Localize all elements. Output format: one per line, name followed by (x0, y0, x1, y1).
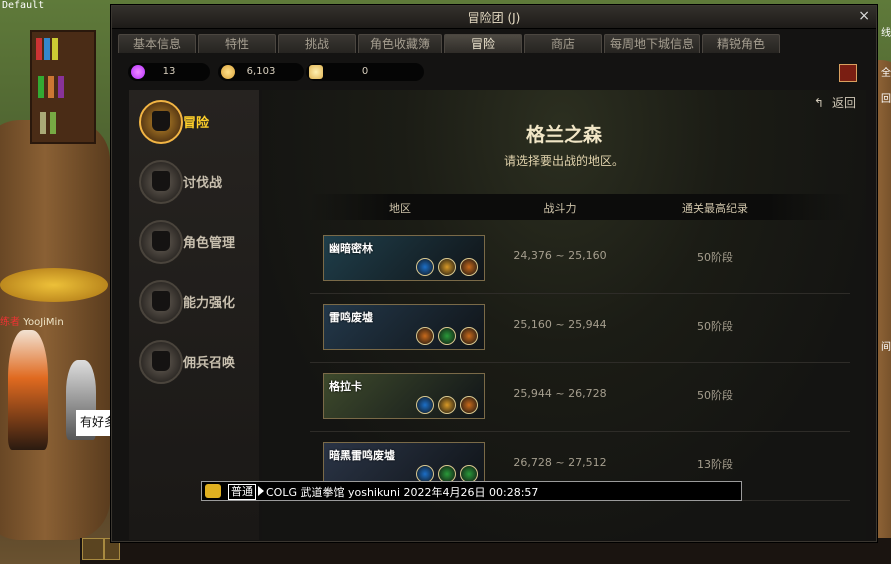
column-header-power: 战斗力 (543, 202, 577, 215)
dungeon-name: 幽暗密林 (329, 242, 373, 255)
tab-challenge[interactable]: 挑战 (278, 34, 356, 53)
tree-trunk-left (0, 120, 110, 540)
sidebar-item-adventure[interactable]: 冒险 (139, 100, 259, 144)
scene-label-3: 回 (881, 94, 891, 105)
sidebar-item-mercenary[interactable]: 佣兵召唤 (139, 340, 259, 384)
tab-adventure[interactable]: 冒险 (444, 34, 522, 53)
adventure-sidebar: 冒险 讨伐战 角色管理 能力强化 佣兵召唤 (129, 90, 259, 540)
dungeon-attribute-icon (460, 396, 478, 414)
region-panel: ↰ 返回 格兰之森 请选择要出战的地区。 地区 战斗力 通关最高纪录 幽暗密林 24… (262, 90, 866, 540)
dungeon-name: 格拉卡 (329, 380, 362, 393)
dungeon-table-header: 地区 战斗力 通关最高纪录 (310, 194, 850, 220)
tab-character-collection[interactable]: 角色收藏簿 (358, 34, 442, 53)
dungeon-row[interactable]: 雷鸣废墟 25,160 ~ 25,944 50阶段 (310, 294, 850, 363)
region-title: 格兰之森 (525, 124, 602, 146)
guild-banner (0, 268, 108, 302)
dungeon-row[interactable]: 格拉卡 25,944 ~ 26,728 50阶段 (310, 363, 850, 432)
currency-gems: 13 (128, 63, 210, 81)
character-mask-icon (139, 220, 183, 264)
column-header-region: 地区 (389, 202, 411, 215)
currency-gold-bar: 0 (306, 63, 424, 81)
player-character[interactable] (8, 330, 48, 450)
dungeon-attribute-icon (460, 327, 478, 345)
tab-elite-characters[interactable]: 精锐角色 (702, 34, 780, 53)
dungeon-thumbnail[interactable]: 雷鸣废墟 (323, 304, 485, 350)
tab-weekly-dungeon[interactable]: 每周地下城信息 (604, 34, 700, 53)
adventure-shield-icon (139, 100, 183, 144)
dungeon-attribute-icon (460, 258, 478, 276)
mail-icon[interactable] (839, 64, 857, 82)
sidebar-item-raid[interactable]: 讨伐战 (139, 160, 259, 204)
column-header-record: 通关最高纪录 (682, 202, 748, 215)
dungeon-power-range: 25,160 ~ 25,944 (513, 318, 607, 331)
region-instruction: 请选择要出战的地区。 (503, 154, 624, 168)
dungeon-power-range: 26,728 ~ 27,512 (513, 456, 607, 469)
dungeon-power-range: 25,944 ~ 26,728 (513, 387, 607, 400)
hud-skill-icon[interactable] (82, 538, 104, 560)
currency-gold: 6,103 (218, 63, 304, 81)
window-titlebar[interactable]: 冒险团 (J) × (112, 6, 876, 29)
tab-shop[interactable]: 商店 (524, 34, 602, 53)
gold-count: 6,103 (246, 66, 276, 77)
player-title: 练者 (0, 317, 20, 328)
scene-label-4: 间 (881, 342, 891, 353)
tab-traits[interactable]: 特性 (198, 34, 276, 53)
dungeon-attribute-icon (416, 327, 434, 345)
sidebar-item-label: 角色管理 (183, 236, 236, 251)
spiked-emblem-icon (139, 280, 183, 324)
player-nameplate[interactable]: 练者 YooJiMin (0, 313, 64, 328)
dungeon-name: 暗黑雷鸣废墟 (329, 449, 395, 462)
close-icon[interactable]: × (858, 8, 870, 24)
chat-channel: 普通 (228, 484, 256, 500)
dungeon-attribute-icon (438, 327, 456, 345)
emoticon-icon[interactable] (205, 484, 221, 498)
dungeon-best-record: 13阶段 (697, 458, 733, 471)
dungeon-best-record: 50阶段 (697, 251, 733, 264)
chest-icon (139, 340, 183, 384)
sidebar-item-label: 冒险 (183, 116, 210, 131)
dungeon-name: 雷鸣废墟 (329, 311, 373, 324)
corner-label: Default (2, 0, 45, 11)
sidebar-item-character-management[interactable]: 角色管理 (139, 220, 259, 264)
dungeon-best-record: 50阶段 (697, 320, 733, 333)
sidebar-item-label: 讨伐战 (183, 176, 223, 191)
back-label: 返回 (831, 96, 856, 110)
dungeon-attribute-icon (438, 396, 456, 414)
chat-message-bar[interactable]: 普通 COLG 武道拳馆 yoshikuni 2022年4月26日 00:28:… (201, 481, 742, 501)
back-button[interactable]: ↰ 返回 (814, 94, 856, 111)
dungeon-row[interactable]: 幽暗密林 24,376 ~ 25,160 50阶段 (310, 225, 850, 294)
dungeon-attribute-icon (416, 258, 434, 276)
crossed-swords-icon (139, 160, 183, 204)
dungeon-power-range: 24,376 ~ 25,160 (513, 249, 607, 262)
dungeon-thumbnail[interactable]: 格拉卡 (323, 373, 485, 419)
back-arrow-icon: ↰ (813, 96, 824, 110)
dungeon-attribute-icon (416, 396, 434, 414)
bookshelf (30, 30, 96, 144)
gem-count: 13 (162, 66, 176, 77)
player-name: YooJiMin (23, 317, 64, 328)
adventure-team-window: 冒险团 (J) × 基本信息 特性 挑战 角色收藏簿 冒险 商店 每周地下城信息… (111, 5, 877, 542)
scene-label-1: 线 (881, 28, 891, 39)
sidebar-item-enhancement[interactable]: 能力强化 (139, 280, 259, 324)
dungeon-thumbnail[interactable]: 幽暗密林 (323, 235, 485, 281)
window-title: 冒险团 (J) (467, 11, 521, 25)
sidebar-item-label: 能力强化 (183, 296, 236, 311)
sidebar-item-label: 佣兵召唤 (183, 356, 236, 371)
dungeon-best-record: 50阶段 (697, 389, 733, 402)
scene-label-2: 全 (881, 68, 891, 79)
tab-basic-info[interactable]: 基本信息 (118, 34, 196, 53)
chat-message: COLG 武道拳馆 yoshikuni 2022年4月26日 00:28:57 (266, 486, 539, 499)
gold-bar-count: 0 (361, 66, 369, 77)
dungeon-attribute-icon (438, 258, 456, 276)
channel-arrow-icon (258, 486, 264, 496)
